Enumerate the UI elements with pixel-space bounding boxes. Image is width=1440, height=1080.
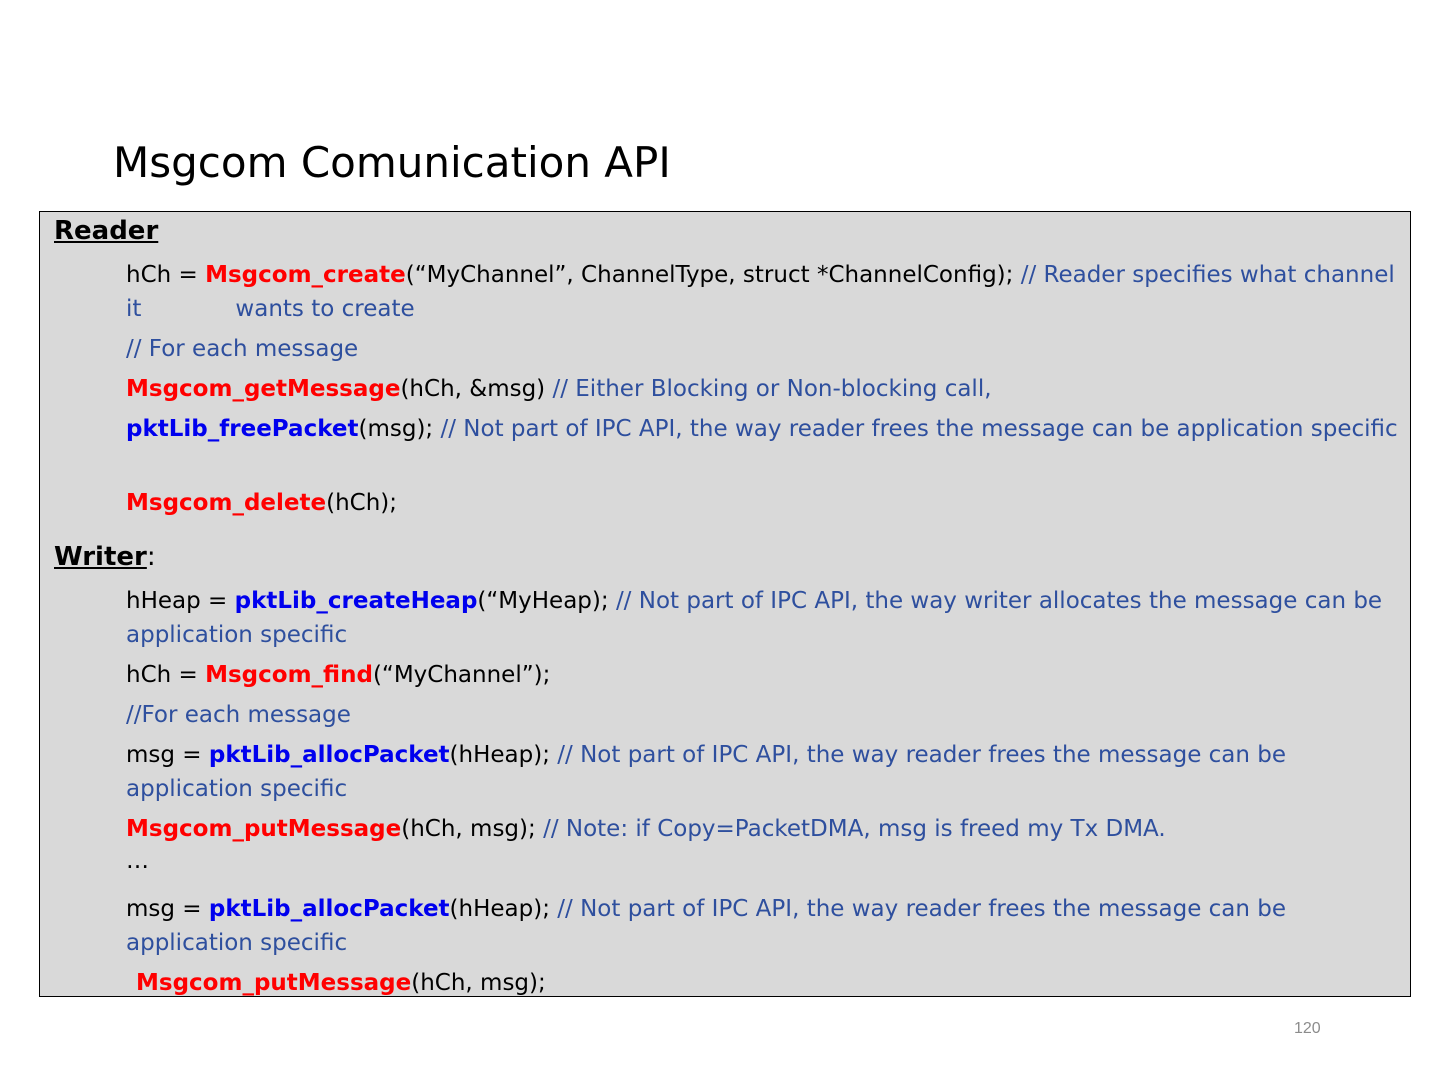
code-args: (hCh, msg);: [401, 816, 544, 842]
writer-allocpacket-line-2: msg = pktLib_allocPacket(hHeap); // Not …: [126, 892, 1404, 960]
code-text: msg =: [126, 896, 209, 922]
code-args: (hCh);: [326, 490, 398, 516]
writer-for-each-comment: //For each message: [126, 698, 1404, 732]
reader-heading-label: Reader: [54, 216, 159, 246]
code-args: (msg);: [358, 416, 441, 442]
function-name-pktlib-allocpacket: pktLib_allocPacket: [208, 896, 450, 922]
code-comment: // Note: if Copy=PacketDMA, msg is freed…: [543, 816, 1166, 842]
reader-getmessage-line: Msgcom_getMessage(hCh, &msg) // Either B…: [126, 372, 1404, 406]
code-comment: // Either Blocking or Non-blocking call,: [552, 376, 992, 402]
writer-putmessage-line-2: Msgcom_putMessage(hCh, msg);: [136, 966, 1414, 1000]
code-text: msg =: [126, 742, 209, 768]
code-text: hHeap =: [126, 588, 235, 614]
code-args: (“MyChannel”, ChannelType, struct *Chann…: [405, 262, 1021, 288]
writer-putmessage-line: Msgcom_putMessage(hCh, msg); // Note: if…: [126, 812, 1404, 846]
writer-allocpacket-line: msg = pktLib_allocPacket(hHeap); // Not …: [126, 738, 1404, 806]
code-args: (hHeap);: [449, 896, 558, 922]
slide-title: Msgcom Comunication API: [113, 138, 671, 187]
function-name-msgcom-putmessage: Msgcom_putMessage: [126, 816, 402, 842]
code-comment: // Not part of IPC API, the way reader f…: [440, 416, 1398, 442]
code-listing-box: Reader hCh = Msgcom_create(“MyChannel”, …: [39, 211, 1411, 997]
code-args: (hHeap);: [449, 742, 558, 768]
reader-freepacket-line: pktLib_freePacket(msg); // Not part of I…: [126, 412, 1404, 446]
code-ellipsis: …: [126, 848, 149, 874]
writer-find-line: hCh = Msgcom_find(“MyChannel”);: [126, 658, 1404, 692]
code-comment: wants to create: [235, 296, 415, 322]
code-args: (hCh, &msg): [400, 376, 553, 402]
code-comment: //For each message: [126, 702, 351, 728]
reader-delete-line: Msgcom_delete(hCh);: [126, 486, 1404, 520]
writer-createheap-line: hHeap = pktLib_createHeap(“MyHeap); // N…: [126, 584, 1404, 652]
code-comment: // For each message: [126, 336, 359, 362]
function-name-pktlib-freepacket: pktLib_freePacket: [126, 416, 359, 442]
code-text: hCh =: [126, 662, 206, 688]
code-text: hCh =: [126, 262, 206, 288]
writer-heading-label: Writer: [54, 542, 147, 572]
function-name-pktlib-createheap: pktLib_createHeap: [234, 588, 478, 614]
page-number: 120: [1294, 1020, 1321, 1037]
code-args: (hCh, msg);: [411, 970, 546, 996]
function-name-msgcom-putmessage: Msgcom_putMessage: [136, 970, 412, 996]
function-name-msgcom-find: Msgcom_find: [205, 662, 373, 688]
reader-heading: Reader: [54, 216, 158, 246]
function-name-msgcom-delete: Msgcom_delete: [126, 490, 327, 516]
reader-for-each-comment: // For each message: [126, 332, 1404, 366]
code-args: (“MyChannel”);: [372, 662, 551, 688]
function-name-msgcom-create: Msgcom_create: [205, 262, 406, 288]
writer-heading: Writer:: [54, 542, 156, 572]
code-args: (“MyHeap);: [477, 588, 616, 614]
function-name-msgcom-getmessage: Msgcom_getMessage: [126, 376, 401, 402]
writer-ellipsis-line: …: [126, 844, 1404, 878]
function-name-pktlib-allocpacket: pktLib_allocPacket: [208, 742, 450, 768]
writer-heading-colon: :: [146, 542, 156, 572]
reader-create-line: hCh = Msgcom_create(“MyChannel”, Channel…: [126, 258, 1404, 326]
